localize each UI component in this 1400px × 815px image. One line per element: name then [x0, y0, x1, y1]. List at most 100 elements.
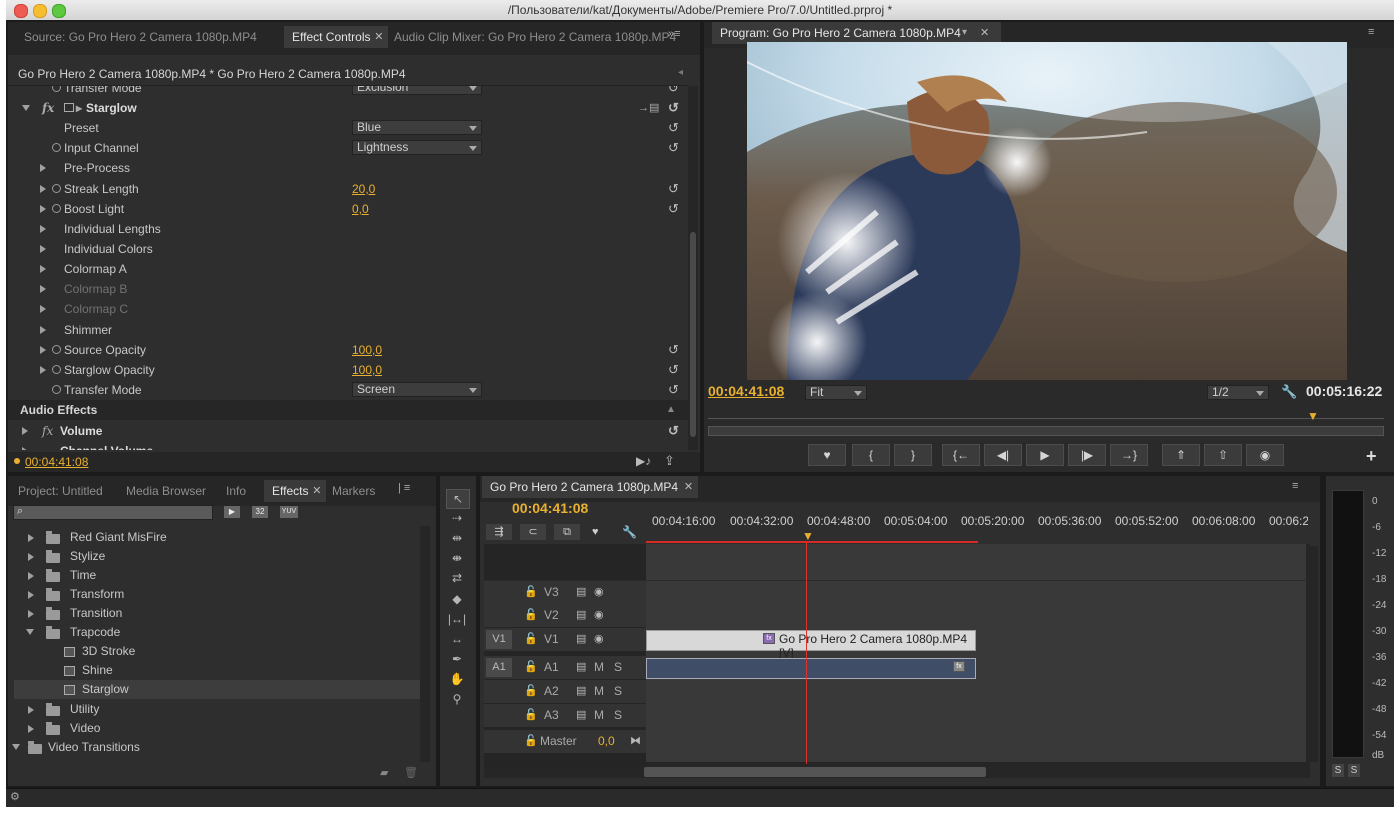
reset-icon[interactable]: ↺ — [668, 86, 679, 95]
tree-folder-time[interactable]: Time — [22, 566, 428, 585]
row-individual-lengths[interactable]: Individual Lengths — [16, 219, 688, 239]
step-forward-button[interactable]: |▶ — [1068, 444, 1106, 466]
reset-icon[interactable]: ↺ — [668, 363, 679, 377]
row-streak-length[interactable]: Streak Length 20,0 ↺ — [16, 179, 688, 199]
expand-triangle-icon[interactable] — [28, 553, 34, 561]
32bit-effects-badge[interactable]: 32 — [252, 506, 268, 518]
row-shimmer[interactable]: Shimmer — [16, 320, 688, 340]
tab-sequence[interactable]: Go Pro Hero 2 Camera 1080p.MP4 ✕ — [482, 476, 699, 498]
mark-in-button[interactable]: { — [852, 444, 890, 466]
row-pre-process[interactable]: Pre-Process — [16, 158, 688, 178]
yuv-effects-badge[interactable]: YUV — [280, 506, 298, 518]
tab-audio-clip-mixer[interactable]: Audio Clip Mixer: Go Pro Hero 2 Camera 1… — [386, 26, 684, 48]
tab-media-browser[interactable]: Media Browser — [118, 480, 214, 502]
tree-folder-video[interactable]: Video — [22, 719, 428, 738]
fx-badge[interactable]: fx — [42, 98, 54, 118]
eye-icon[interactable]: ◉ — [594, 608, 604, 621]
close-tab-icon[interactable]: ✕ — [312, 480, 321, 502]
play-button[interactable]: ▶ — [1026, 444, 1064, 466]
program-menu-chevron-icon[interactable]: ▾ — [962, 22, 967, 44]
panel-menu-icon[interactable]: ≡ — [1292, 480, 1298, 492]
zoom-level-dropdown[interactable]: Fit — [805, 385, 867, 400]
button-editor-plus-icon[interactable]: + — [1366, 446, 1377, 467]
tree-folder-transition[interactable]: Transition — [22, 604, 428, 623]
reset-icon[interactable]: ↺ — [668, 343, 679, 357]
row-individual-colors[interactable]: Individual Colors — [16, 239, 688, 259]
add-marker-icon[interactable]: ♥ — [592, 526, 599, 538]
solo-right-button[interactable]: S — [1348, 764, 1360, 777]
tree-folder-red-giant-misfire[interactable]: Red Giant MisFire — [22, 528, 428, 547]
panel-menu-icon[interactable]: »≡ — [668, 28, 681, 40]
effect-controls-scrollbar[interactable] — [688, 86, 698, 450]
effects-search-field[interactable] — [30, 506, 214, 521]
tab-source[interactable]: Source: Go Pro Hero 2 Camera 1080p.MP4 — [16, 26, 265, 48]
expand-triangle-icon[interactable] — [40, 225, 46, 233]
expand-triangle-icon[interactable] — [40, 185, 46, 193]
row-source-opacity[interactable]: Source Opacity 100,0 ↺ — [16, 340, 688, 360]
timeline-timecode[interactable]: 00:04:41:08 — [512, 500, 588, 516]
sync-lock-icon[interactable]: ▤ — [576, 684, 586, 697]
delete-icon[interactable]: 🗑 — [404, 766, 418, 779]
lock-icon[interactable]: 🔓 — [524, 585, 538, 598]
tab-effects[interactable]: Effects ✕ — [264, 480, 327, 502]
tab-info[interactable]: Info — [218, 480, 254, 502]
tree-folder-stylize[interactable]: Stylize — [22, 547, 428, 566]
go-to-out-button[interactable]: →} — [1110, 444, 1148, 466]
row-channel-volume[interactable]: Channel Volume — [16, 441, 688, 450]
toggle-animation-icon[interactable] — [52, 143, 61, 152]
toggle-animation-icon[interactable] — [52, 184, 61, 193]
collapse-icon[interactable]: ◂ — [678, 67, 683, 78]
ripple-edit-tool-icon[interactable]: ⇹ — [446, 529, 468, 547]
timeline-vertical-scrollbar[interactable] — [1308, 546, 1318, 762]
expand-triangle-icon[interactable] — [40, 164, 46, 172]
sync-lock-icon[interactable]: ▤ — [576, 608, 586, 621]
reset-icon[interactable]: ↺ — [668, 121, 679, 135]
sync-lock-icon[interactable]: ▤ — [576, 632, 586, 645]
lock-icon[interactable]: 🔓 — [524, 684, 538, 697]
program-time-ruler[interactable] — [708, 404, 1384, 419]
streak-length-value[interactable]: 20,0 — [352, 179, 375, 199]
row-transfer-mode-top[interactable]: Transfer Mode Exclusion ↺ — [16, 86, 688, 98]
expand-triangle-icon[interactable] — [40, 346, 46, 354]
expand-triangle-icon[interactable] — [28, 610, 34, 618]
lock-icon[interactable]: 🔓 — [524, 608, 538, 621]
playhead-marker-icon[interactable]: ▼ — [802, 529, 814, 543]
keyframe-navigator-icon[interactable]: ⧓ — [630, 734, 641, 747]
tab-program[interactable]: Program: Go Pro Hero 2 Camera 1080p.MP4 … — [712, 22, 1001, 44]
solo-left-button[interactable]: S — [1332, 764, 1344, 777]
linked-selection-icon[interactable]: ⧉ — [554, 524, 580, 540]
reset-icon[interactable]: ↺ — [668, 182, 679, 196]
close-tab-icon[interactable]: ✕ — [980, 22, 989, 44]
tab-effect-controls[interactable]: Effect Controls ✕ — [284, 26, 389, 48]
toggle-animation-icon[interactable] — [52, 345, 61, 354]
selection-tool-icon[interactable]: ↖ — [446, 489, 470, 509]
expand-triangle-icon[interactable] — [22, 427, 28, 435]
row-starglow-opacity[interactable]: Starglow Opacity 100,0 ↺ — [16, 360, 688, 380]
video-clip[interactable]: fx Go Pro Hero 2 Camera 1080p.MP4 [V] — [646, 630, 976, 660]
boost-light-value[interactable]: 0,0 — [352, 199, 369, 219]
close-tab-icon[interactable]: ✕ — [684, 476, 693, 498]
mute-button[interactable]: M — [594, 684, 604, 698]
rolling-edit-tool-icon[interactable]: ⇼ — [446, 549, 468, 567]
go-to-in-button[interactable]: {← — [942, 444, 980, 466]
source-opacity-value[interactable]: 100,0 — [352, 340, 382, 360]
expand-triangle-icon[interactable] — [22, 105, 30, 111]
close-tab-icon[interactable]: ✕ — [374, 26, 383, 48]
hand-tool-icon[interactable]: ✋ — [446, 670, 468, 688]
eye-icon[interactable]: ◉ — [594, 632, 604, 645]
snap-icon[interactable]: ⊂ — [520, 524, 546, 540]
mute-button[interactable]: M — [594, 708, 604, 722]
program-video-frame[interactable] — [747, 42, 1347, 380]
lock-icon[interactable]: 🔓 — [524, 734, 538, 747]
tree-folder-video-transitions[interactable]: Video Transitions — [12, 738, 418, 757]
sync-lock-icon[interactable]: ▤ — [576, 660, 586, 673]
fx-badge[interactable]: fx — [953, 661, 965, 672]
scrollbar-thumb[interactable] — [644, 767, 986, 777]
tree-folder-transform[interactable]: Transform — [22, 585, 428, 604]
expand-triangle-icon[interactable] — [28, 725, 34, 733]
playback-resolution-dropdown[interactable]: 1/2 — [1207, 385, 1269, 400]
toggle-animation-icon[interactable] — [52, 365, 61, 374]
extract-button[interactable]: ⇧ — [1204, 444, 1242, 466]
effects-scrollbar[interactable] — [420, 526, 430, 762]
razor-tool-icon[interactable]: ◆ — [446, 590, 468, 608]
